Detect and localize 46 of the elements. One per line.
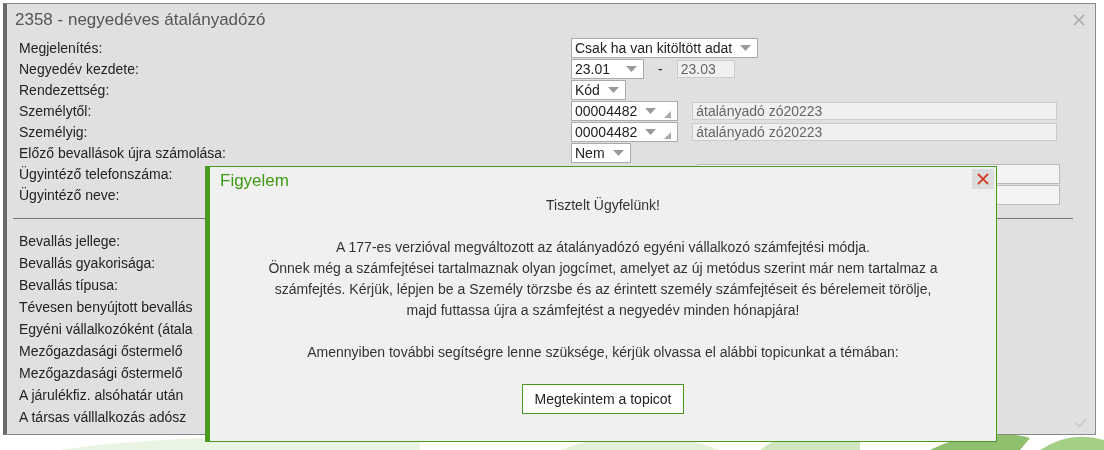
field-label: Személytől: — [19, 102, 92, 119]
field-label: Negyedév kezdete: — [19, 60, 139, 77]
field-label: Megjelenítés: — [19, 39, 103, 56]
message-text: Amennyiben további segítségre lenne szüksége, kérjük olvassa el alábbi topicunkat a témában: — [306, 343, 900, 362]
field-label: Mezőgazdasági őstermelő — [19, 364, 183, 383]
dialog-title: Figyelem — [220, 171, 289, 191]
window-title: 2358 - negyedéves átalányadózó — [15, 10, 266, 30]
dropdown[interactable]: Nem — [571, 142, 631, 163]
message-text: A 177-es verzióval megváltozott az átalányadózó egyéni vállalkozó számfejtési módja. — [335, 238, 871, 257]
caret-icon[interactable] — [626, 65, 637, 72]
field-label: Rendezettség: — [19, 81, 110, 98]
close-icon[interactable] — [977, 173, 989, 185]
message-text: Tisztelt Ügyfelünk! — [545, 196, 661, 215]
caret-icon[interactable] — [645, 128, 657, 135]
name-field: átalányadó zó20223 — [692, 101, 1058, 120]
close-button[interactable] — [972, 169, 994, 189]
message-text: Önnek még a számfejtései tartalmaznak olyan jogcímet, amelyet az új metódus szerint már nem tartalmaz a számfejtés. Kérjük, lépjen be a Személy törzsbe és az érintett személy számfejtéseit és bérelemeit törölje, majd futtassa újra a számfejtést a negyedév minden hónapjára! — [267, 259, 939, 320]
dropdown[interactable]: Kód — [571, 79, 626, 100]
name-field: átalányadó zó20223 — [692, 122, 1058, 141]
end-field: 23.03 — [676, 59, 735, 78]
field-label: Mezőgazdasági őstermelő — [19, 342, 183, 361]
resize-corner-icon — [664, 131, 672, 139]
field-label: Előző bevallások újra számolása: — [19, 144, 226, 161]
resize-corner-icon — [664, 110, 672, 118]
field-label: Bevallás jellege: — [19, 232, 121, 251]
field-label: Tévesen benyújtott bevallás — [19, 298, 193, 317]
caret-icon[interactable] — [607, 86, 619, 93]
field-label: Egyéni vállalkozóként (átala — [19, 320, 193, 339]
close-icon[interactable] — [1073, 14, 1085, 26]
field-label: A társas válllalkozás adósz — [19, 408, 187, 427]
field-label: Bevallás gyakorisága: — [19, 254, 156, 273]
caret-icon[interactable] — [740, 44, 752, 51]
view-topic-button[interactable]: Megtekintem a topicot — [521, 384, 685, 414]
field-label: A járulékfiz. alsóhatár után — [19, 386, 184, 405]
caret-icon[interactable] — [612, 149, 624, 156]
person-dropdown[interactable]: 00004482 — [571, 100, 679, 121]
caret-icon[interactable] — [645, 107, 657, 114]
range-separator: - — [658, 60, 663, 77]
field-label: Ügyintéző neve: — [19, 186, 120, 203]
dropdown[interactable]: Csak ha van kitöltött adat — [571, 37, 759, 58]
field-label: Bevallás típusa: — [19, 276, 118, 295]
check-icon — [1075, 418, 1087, 428]
field-label: Ügyintéző telefonszáma: — [19, 165, 173, 182]
field-label: Személyig: — [19, 123, 88, 140]
person-dropdown[interactable]: 00004482 — [571, 121, 679, 142]
dropdown[interactable]: 23.01 — [571, 58, 644, 79]
